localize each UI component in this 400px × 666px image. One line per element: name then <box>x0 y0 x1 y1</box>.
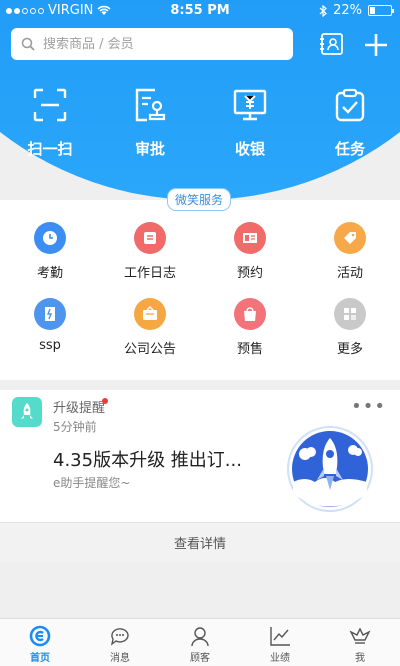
tab-home[interactable]: 首页 <box>0 619 80 666</box>
service-label: 工作日志 <box>123 266 176 281</box>
service-appointment[interactable]: 预约 <box>200 222 300 298</box>
chart-icon <box>270 627 290 646</box>
card-time: 5分钟前 <box>53 420 97 434</box>
tab-label: 顾客 <box>190 653 210 664</box>
customer-icon <box>191 627 209 647</box>
rocket-illustration <box>287 426 373 512</box>
action-label: 审批 <box>134 140 165 158</box>
action-cashier[interactable]: 收银 <box>200 88 300 159</box>
message-icon <box>110 628 129 646</box>
rocket-app-icon <box>12 397 42 427</box>
ssp-icon <box>34 298 66 330</box>
appointment-icon <box>234 222 266 254</box>
more-options-icon[interactable]: ••• <box>351 396 386 417</box>
section-tag: 微笑服务 <box>167 188 232 211</box>
tab-label: 我 <box>355 653 365 664</box>
search-bar[interactable] <box>11 28 293 60</box>
service-notice[interactable]: 公司公告 <box>100 298 200 374</box>
view-details-button[interactable]: 查看详情 <box>0 522 400 562</box>
tab-me[interactable]: 我 <box>320 619 400 666</box>
unread-dot <box>102 398 108 404</box>
clock-icon <box>34 222 66 254</box>
notice-icon <box>134 298 166 330</box>
home-icon <box>29 625 51 647</box>
notification-card[interactable]: 升级提醒 5分钟前 ••• 4.35版本升级 推出订... e助手提醒您~ <box>0 390 400 522</box>
tab-messages[interactable]: 消息 <box>80 619 160 666</box>
bluetooth-icon <box>319 4 328 17</box>
worklog-icon <box>134 222 166 254</box>
member-card-icon[interactable] <box>320 32 346 56</box>
tab-label: 业绩 <box>270 653 290 664</box>
search-icon <box>21 37 35 51</box>
battery-percent: 22% <box>333 3 362 18</box>
service-activity[interactable]: 活动 <box>300 222 400 298</box>
service-label: 预售 <box>236 342 263 357</box>
service-attendance[interactable]: 考勤 <box>0 222 100 298</box>
service-presale[interactable]: 预售 <box>200 298 300 374</box>
approval-icon <box>135 88 166 122</box>
service-label: 预约 <box>236 266 263 281</box>
header: VIRGIN 8:55 PM 22% 扫一扫 <box>0 0 400 215</box>
tag-icon <box>334 222 366 254</box>
tab-bar: 首页 消息 顾客 业绩 我 <box>0 618 400 666</box>
scan-icon <box>33 88 67 122</box>
more-grid-icon <box>334 298 366 330</box>
tab-customers[interactable]: 顾客 <box>160 619 240 666</box>
service-label: 考勤 <box>36 266 63 281</box>
presale-icon <box>234 298 266 330</box>
service-ssp[interactable]: ssp <box>0 298 100 374</box>
action-task[interactable]: 任务 <box>300 88 400 159</box>
add-icon[interactable] <box>364 33 388 57</box>
card-title: 升级提醒 <box>53 401 106 416</box>
task-icon <box>335 88 365 122</box>
crown-icon <box>349 627 371 644</box>
action-label: 任务 <box>334 140 365 158</box>
tab-performance[interactable]: 业绩 <box>240 619 320 666</box>
service-label: 更多 <box>336 342 363 357</box>
action-approval[interactable]: 审批 <box>100 88 200 159</box>
services-grid: 考勤 工作日志 预约 活动 ssp 公司公告 预售 更多 <box>0 222 400 374</box>
tab-label: 首页 <box>30 653 50 664</box>
service-worklog[interactable]: 工作日志 <box>100 222 200 298</box>
tab-label: 消息 <box>110 653 130 664</box>
battery-icon <box>368 5 394 16</box>
quick-actions: 扫一扫 审批 收银 任务 <box>0 88 400 159</box>
action-label: 扫一扫 <box>27 140 73 158</box>
service-label: 公司公告 <box>123 342 176 357</box>
service-label: 活动 <box>336 266 363 281</box>
card-headline: 4.35版本升级 推出订... <box>53 450 242 471</box>
action-scan[interactable]: 扫一扫 <box>0 88 100 159</box>
search-input[interactable] <box>43 36 263 52</box>
service-label: ssp <box>39 338 61 353</box>
cashier-icon <box>233 89 267 121</box>
status-bar: VIRGIN 8:55 PM 22% <box>0 0 400 20</box>
service-more[interactable]: 更多 <box>300 298 400 374</box>
card-subtitle: e助手提醒您~ <box>53 476 131 490</box>
action-label: 收银 <box>234 140 265 158</box>
